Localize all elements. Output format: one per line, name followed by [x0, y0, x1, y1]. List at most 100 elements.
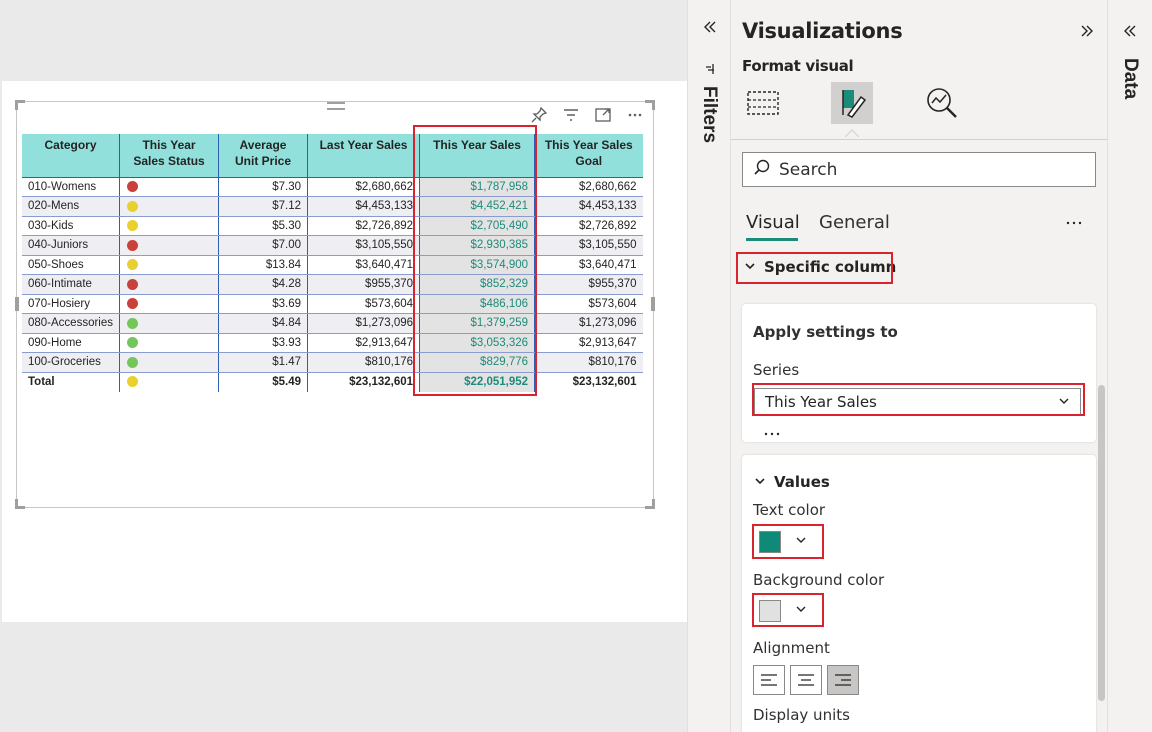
focus-mode-icon[interactable]: [593, 106, 613, 124]
avg-price-cell: $7.00: [218, 235, 309, 256]
last-year-cell: $573,604: [307, 294, 421, 314]
avg-price-cell: $7.30: [218, 177, 309, 197]
more-options-icon[interactable]: [1065, 214, 1083, 237]
table-row[interactable]: 040-Juniors $7.00 $3,105,550 $2,930,385 $3,1…: [22, 235, 643, 256]
goal-cell: $3,640,471: [534, 255, 643, 275]
column-header-last-year-sales[interactable]: Last Year Sales: [307, 134, 421, 178]
avg-price-cell: $1.47: [218, 352, 309, 373]
more-settings-icon[interactable]: [764, 424, 780, 442]
search-icon: [753, 158, 771, 181]
table-row[interactable]: 090-Home $3.93 $2,913,647 $3,053,326 $2,913,…: [22, 333, 643, 353]
status-cell: [119, 196, 220, 217]
text-color-label: Text color: [753, 501, 826, 519]
collapse-chevron-icon[interactable]: [1123, 24, 1137, 43]
category-cell: 030-Kids: [22, 216, 121, 236]
pane-title: Visualizations: [742, 19, 903, 43]
drag-grip-icon[interactable]: [327, 102, 345, 110]
table-total-row[interactable]: Total $5.49 $23,132,601 $22,051,952 $23,132,…: [22, 371, 643, 392]
values-section[interactable]: Values: [754, 473, 830, 491]
format-visual-label: Format visual: [742, 57, 854, 75]
last-year-cell: $4,453,133: [307, 196, 421, 217]
background-color-label: Background color: [753, 571, 885, 589]
tab-visual[interactable]: Visual: [746, 212, 800, 233]
data-pane-label[interactable]: Data: [1119, 58, 1141, 99]
selected-tab-pointer: [844, 124, 860, 138]
resize-handle-bottom-left[interactable]: [15, 499, 25, 509]
expand-chevron-icon[interactable]: [1080, 24, 1094, 43]
goal-cell: $3,105,550: [534, 235, 643, 256]
goal-cell: $955,370: [534, 274, 643, 295]
status-cell: [119, 274, 220, 295]
more-options-icon[interactable]: [625, 106, 645, 124]
highlight-series-dropdown: [752, 383, 1085, 416]
highlight-background-color: [752, 593, 824, 627]
analytics-icon[interactable]: [921, 82, 963, 124]
highlight-specific-column: [736, 252, 893, 284]
filter-icon[interactable]: [561, 106, 581, 124]
table-row[interactable]: 050-Shoes $13.84 $3,640,471 $3,574,900 $3,64…: [22, 255, 643, 275]
tab-general[interactable]: General: [819, 212, 890, 233]
last-year-cell: $2,726,892: [307, 216, 421, 236]
resize-handle-top-right[interactable]: [645, 100, 655, 110]
table-row[interactable]: 010-Womens $7.30 $2,680,662 $1,787,958 $2,68…: [22, 177, 643, 197]
category-cell: Total: [22, 371, 121, 392]
table-row[interactable]: 080-Accessories $4.84 $1,273,096 $1,379,259…: [22, 313, 643, 334]
format-visual-icon[interactable]: [831, 82, 873, 124]
status-cell: [119, 371, 220, 392]
status-indicator-icon: [127, 376, 139, 388]
category-cell: 090-Home: [22, 333, 121, 353]
resize-handle-left[interactable]: [15, 297, 19, 311]
chevron-down-icon: [754, 473, 766, 491]
goal-cell: $23,132,601: [534, 371, 643, 392]
series-label: Series: [753, 361, 800, 379]
category-cell: 060-Intimate: [22, 274, 121, 295]
category-cell: 100-Groceries: [22, 352, 121, 373]
goal-cell: $4,453,133: [534, 196, 643, 217]
filters-pane-label[interactable]: Filters: [698, 86, 720, 143]
column-header-sales-goal[interactable]: This Year Sales Goal: [534, 134, 643, 178]
status-cell: [119, 255, 220, 275]
table-row[interactable]: 070-Hosiery $3.69 $573,604 $486,106 $573,604: [22, 294, 643, 314]
pin-icon[interactable]: [529, 106, 549, 124]
goal-cell: $573,604: [534, 294, 643, 314]
table-row[interactable]: 060-Intimate $4.28 $955,370 $852,329 $955,37…: [22, 274, 643, 295]
resize-handle-top-left[interactable]: [15, 100, 25, 110]
resize-handle-right[interactable]: [651, 297, 655, 311]
column-header-category[interactable]: Category: [22, 134, 121, 178]
last-year-cell: $810,176: [307, 352, 421, 373]
align-center-button[interactable]: [790, 665, 822, 695]
status-indicator-icon: [127, 356, 139, 368]
category-cell: 010-Womens: [22, 177, 121, 197]
avg-price-cell: $5.30: [218, 216, 309, 236]
visualizations-pane: Visualizations Format visual Search Visu…: [731, 0, 1107, 732]
table-header-row: Category This Year Sales Status Average Un…: [22, 134, 643, 178]
last-year-cell: $3,640,471: [307, 255, 421, 275]
align-right-button[interactable]: [827, 665, 859, 695]
tab-divider: [731, 139, 1107, 140]
status-cell: [119, 333, 220, 353]
pane-scrollbar[interactable]: [1098, 385, 1105, 701]
status-cell: [119, 352, 220, 373]
status-indicator-icon: [127, 200, 139, 212]
category-cell: 020-Mens: [22, 196, 121, 217]
avg-price-cell: $4.84: [218, 313, 309, 334]
table-row[interactable]: 030-Kids $5.30 $2,726,892 $2,705,490 $2,726,…: [22, 216, 643, 236]
avg-price-cell: $3.69: [218, 294, 309, 314]
filters-pane-collapsed: Filters: [687, 0, 731, 732]
collapse-chevron-icon[interactable]: [703, 20, 717, 39]
resize-handle-bottom-right[interactable]: [645, 499, 655, 509]
column-header-average-unit-price[interactable]: Average Unit Price: [218, 134, 309, 178]
filter-funnel-icon: [705, 62, 717, 80]
highlight-text-color: [752, 524, 824, 559]
goal-cell: $2,726,892: [534, 216, 643, 236]
table-row[interactable]: 100-Groceries $1.47 $810,176 $829,776 $810,1…: [22, 352, 643, 373]
column-header-sales-status[interactable]: This Year Sales Status: [119, 134, 220, 178]
table-row[interactable]: 020-Mens $7.12 $4,453,133 $4,452,421 $4,453,…: [22, 196, 643, 217]
category-cell: 070-Hosiery: [22, 294, 121, 314]
build-visual-icon[interactable]: [742, 82, 784, 124]
avg-price-cell: $5.49: [218, 371, 309, 392]
category-cell: 080-Accessories: [22, 313, 121, 334]
search-input[interactable]: Search: [742, 152, 1096, 187]
align-left-button[interactable]: [753, 665, 785, 695]
status-indicator-icon: [127, 181, 139, 193]
